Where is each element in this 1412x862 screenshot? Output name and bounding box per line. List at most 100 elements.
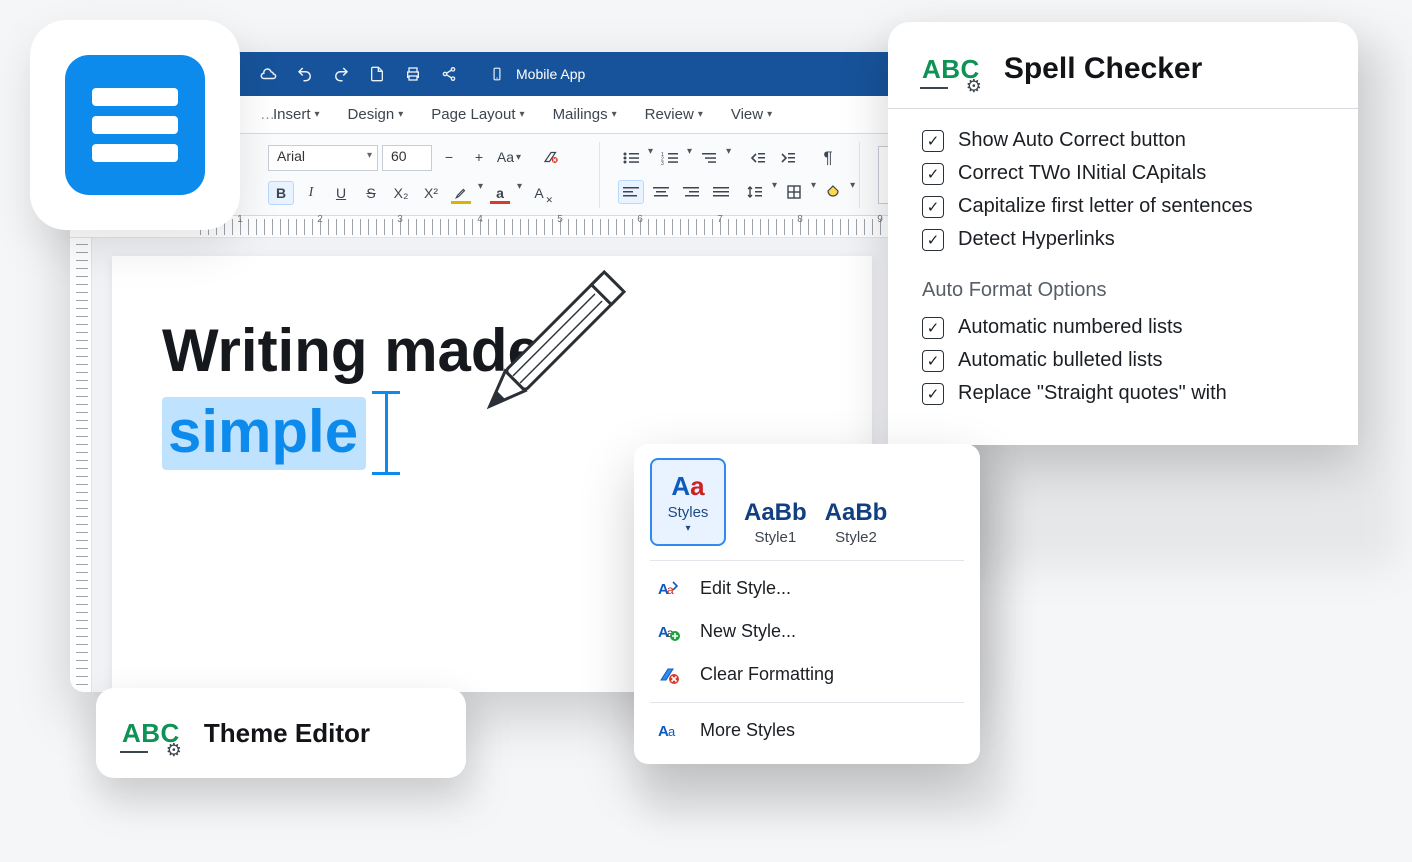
ruler-num: 4 xyxy=(440,214,520,225)
app-logo-tile xyxy=(30,20,240,230)
ruler-num: 8 xyxy=(760,214,840,225)
menu-view[interactable]: View▾ xyxy=(731,106,772,123)
menu-design[interactable]: Design▾ xyxy=(348,106,404,123)
menu-insert[interactable]: …Insert▾ xyxy=(260,106,320,123)
outdent-button[interactable] xyxy=(745,146,771,170)
chevron-down-icon[interactable]: ▾ xyxy=(517,181,522,205)
check-auto-correct[interactable]: ✓Show Auto Correct button xyxy=(922,129,1326,152)
theme-editor-card[interactable]: ABC ⚙ Theme Editor xyxy=(96,688,466,778)
edit-style-menu-item[interactable]: Aa Edit Style... xyxy=(650,567,964,610)
superscript-button[interactable]: X² xyxy=(418,181,444,205)
highlight-color-button[interactable] xyxy=(448,181,474,205)
char: a xyxy=(690,471,704,501)
checkbox-icon: ✓ xyxy=(922,229,944,251)
check-label: Capitalize first letter of sentences xyxy=(958,195,1253,218)
style-name: Style2 xyxy=(825,529,888,546)
theme-editor-title: Theme Editor xyxy=(204,718,370,749)
checkbox-icon: ✓ xyxy=(922,350,944,372)
bulleted-list-button[interactable] xyxy=(618,146,644,170)
share-icon[interactable] xyxy=(440,65,458,83)
chevron-down-icon[interactable]: ▾ xyxy=(648,146,653,170)
indent-button[interactable] xyxy=(775,146,801,170)
spell-checker-panel: ABC ⚙ Spell Checker ✓Show Auto Correct b… xyxy=(888,22,1358,445)
align-left-button[interactable] xyxy=(618,180,644,204)
mobile-app-link[interactable]: Mobile App xyxy=(488,65,585,83)
abc-badge-icon: ABC ⚙ xyxy=(122,718,180,749)
font-size-select[interactable]: 60 xyxy=(382,145,432,171)
shading-button[interactable] xyxy=(820,180,846,204)
char: A xyxy=(671,471,690,501)
chevron-down-icon[interactable]: ▾ xyxy=(478,181,483,205)
new-doc-icon[interactable] xyxy=(368,65,386,83)
check-smart-quotes[interactable]: ✓Replace "Straight quotes" with xyxy=(922,382,1326,405)
check-label: Correct TWo INitial CApitals xyxy=(958,162,1206,185)
check-capitalize-first[interactable]: ✓ Capitalize first letter of sentences xyxy=(922,195,1326,218)
align-center-button[interactable] xyxy=(648,180,674,204)
font-color-button[interactable]: a xyxy=(487,181,513,205)
menu-review[interactable]: Review▾ xyxy=(645,106,703,123)
text-cursor-icon xyxy=(372,391,400,475)
redo-icon[interactable] xyxy=(332,65,350,83)
menu-label: View xyxy=(731,106,763,123)
styles-popover: Aa Styles ▾ AaBb Style1 AaBb Style2 Aa E… xyxy=(634,444,980,764)
style-name: Style1 xyxy=(744,529,807,546)
check-two-initial-caps[interactable]: ✓Correct TWo INitial CApitals xyxy=(922,162,1326,185)
menu-label: Edit Style... xyxy=(700,578,791,599)
clear-formatting-menu-item[interactable]: Clear Formatting xyxy=(650,653,964,696)
menu-page-layout[interactable]: Page Layout▾ xyxy=(431,106,524,123)
menu-mailings[interactable]: Mailings▾ xyxy=(553,106,617,123)
ruler-num: 3 xyxy=(360,214,440,225)
svg-text:a: a xyxy=(667,583,674,597)
font-group: Arial▾ 60 − + Aa▾ B I U S X₂ X² ▾ a ▾ A✕ xyxy=(260,142,600,208)
vertical-ruler[interactable] xyxy=(70,238,92,692)
font-name-select[interactable]: Arial▾ xyxy=(268,145,378,171)
chevron-down-icon[interactable]: ▾ xyxy=(687,146,692,170)
increase-font-button[interactable]: + xyxy=(466,145,492,169)
styles-dropdown-button[interactable]: Aa Styles ▾ xyxy=(650,458,726,546)
more-styles-icon: Aa xyxy=(656,721,682,741)
style-option-2[interactable]: AaBb Style2 xyxy=(825,499,888,546)
new-style-menu-item[interactable]: Aa New Style... xyxy=(650,610,964,653)
style-option-1[interactable]: AaBb Style1 xyxy=(744,499,807,546)
multilevel-list-button[interactable] xyxy=(696,146,722,170)
checkbox-icon: ✓ xyxy=(922,130,944,152)
italic-button[interactable]: I xyxy=(298,181,324,205)
chevron-down-icon[interactable]: ▾ xyxy=(772,180,777,204)
check-numbered-lists[interactable]: ✓Automatic numbered lists xyxy=(922,316,1326,339)
font-name-value: Arial xyxy=(277,148,305,164)
pencil-icon xyxy=(432,244,652,464)
ruler-num: 6 xyxy=(600,214,680,225)
cloud-icon[interactable] xyxy=(260,65,278,83)
chevron-down-icon[interactable]: ▾ xyxy=(850,180,855,204)
underline-button[interactable]: U xyxy=(328,181,354,205)
chevron-down-icon[interactable]: ▾ xyxy=(726,146,731,170)
undo-icon[interactable] xyxy=(296,65,314,83)
menu-label: Page Layout xyxy=(431,106,515,123)
clear-format-icon[interactable] xyxy=(538,145,564,169)
align-justify-button[interactable] xyxy=(708,180,734,204)
align-right-button[interactable] xyxy=(678,180,704,204)
strike-button[interactable]: S xyxy=(358,181,384,205)
subscript-button[interactable]: X₂ xyxy=(388,181,414,205)
bold-button[interactable]: B xyxy=(268,181,294,205)
clear-format-button[interactable]: A✕ xyxy=(526,181,552,205)
auto-format-section-label: Auto Format Options xyxy=(922,279,1326,302)
numbered-list-button[interactable]: 123 xyxy=(657,146,683,170)
style-sample: AaBb xyxy=(744,499,807,527)
chevron-down-icon[interactable]: ▾ xyxy=(811,180,816,204)
separator xyxy=(650,702,964,703)
change-case-button[interactable]: Aa▾ xyxy=(496,145,522,169)
borders-button[interactable] xyxy=(781,180,807,204)
font-size-value: 60 xyxy=(391,148,407,164)
spell-checker-title: Spell Checker xyxy=(1004,52,1202,86)
check-detect-hyperlinks[interactable]: ✓Detect Hyperlinks xyxy=(922,228,1326,251)
line-spacing-button[interactable] xyxy=(742,180,768,204)
check-bulleted-lists[interactable]: ✓Automatic bulleted lists xyxy=(922,349,1326,372)
print-icon[interactable] xyxy=(404,65,422,83)
checkbox-icon: ✓ xyxy=(922,317,944,339)
more-styles-menu-item[interactable]: Aa More Styles xyxy=(650,709,964,752)
checkbox-icon: ✓ xyxy=(922,383,944,405)
pilcrow-button[interactable]: ¶ xyxy=(815,146,841,170)
decrease-font-button[interactable]: − xyxy=(436,145,462,169)
checkbox-icon: ✓ xyxy=(922,196,944,218)
